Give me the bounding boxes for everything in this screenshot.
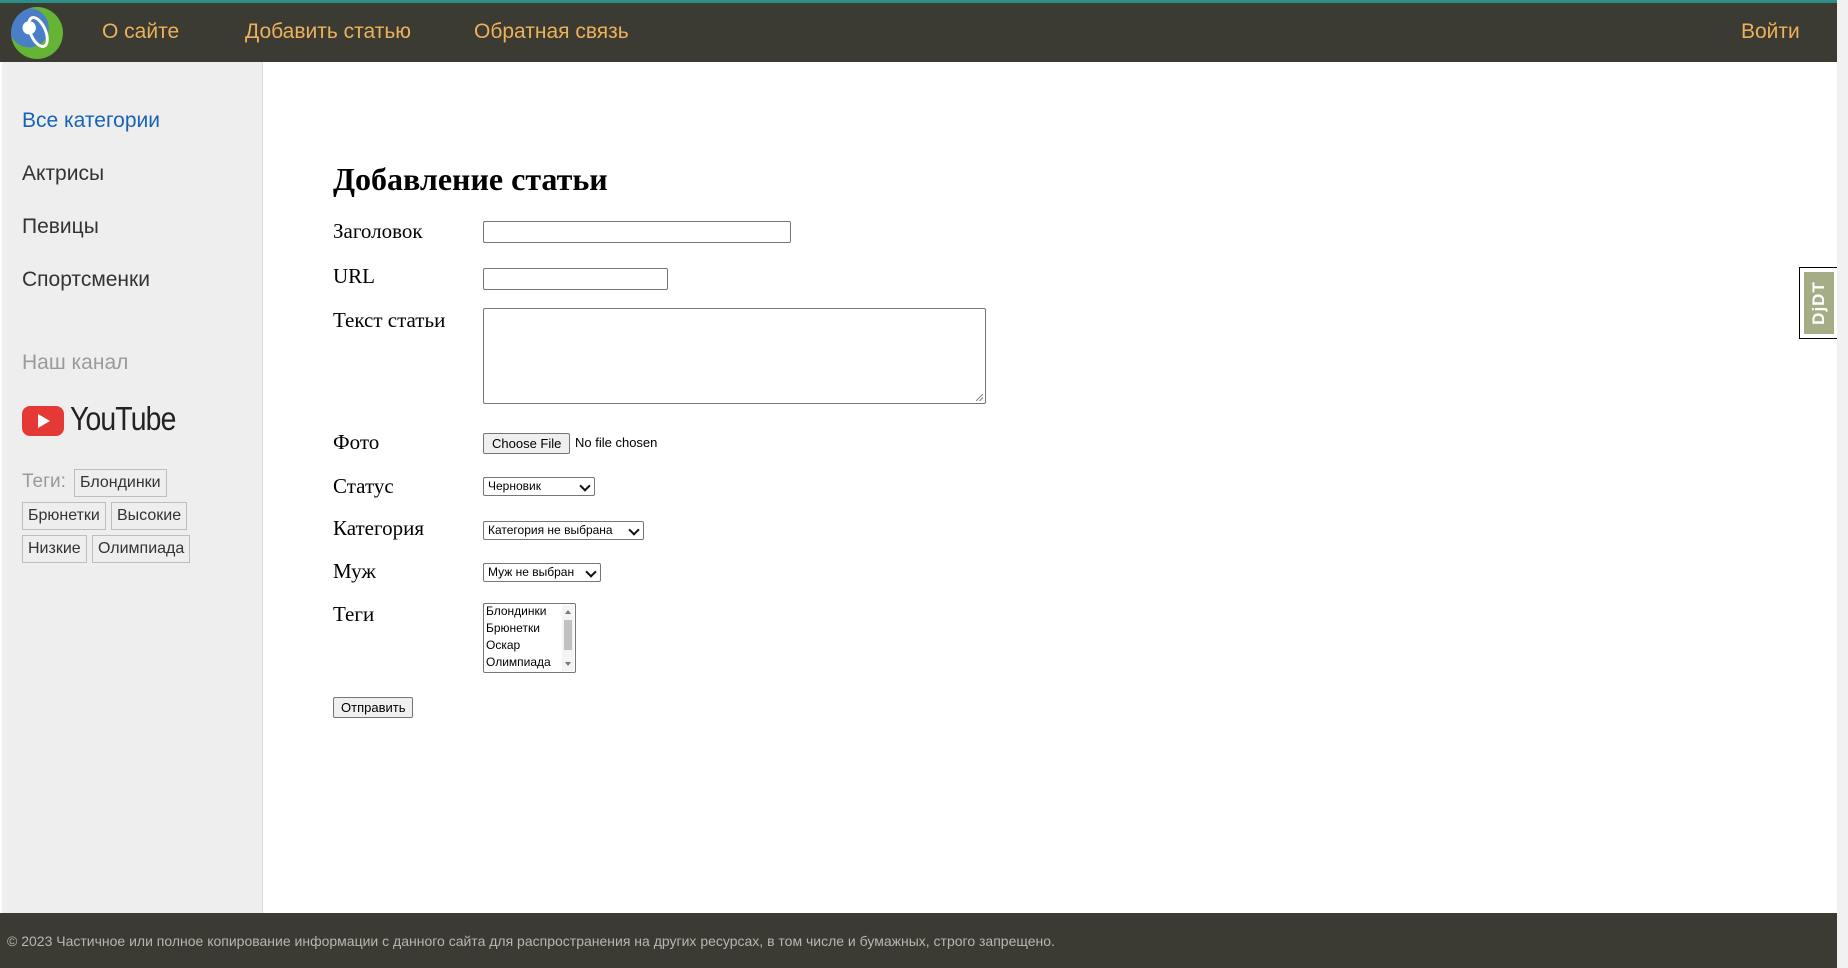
heading-input[interactable] [483, 221, 791, 243]
login-link[interactable]: Войти [1741, 20, 1800, 44]
page-title: Добавление статьи [333, 161, 608, 197]
label-husband: Муж [333, 559, 376, 583]
scroll-up-icon[interactable] [565, 610, 571, 614]
tag-short[interactable]: Низкие [22, 535, 87, 563]
debug-toolbar-badge: DjDT [1804, 272, 1834, 334]
tag-blondes[interactable]: Блондинки [74, 469, 167, 497]
label-url: URL [333, 264, 375, 288]
husband-select-value: Муж не выбран [488, 565, 575, 579]
category-select-value: Категория не выбрана [488, 523, 613, 537]
youtube-wordmark: YouTube [70, 400, 176, 437]
tags-heading: Теги: [22, 471, 66, 492]
file-status-text: No file chosen [575, 435, 658, 450]
sidebar-item-all-categories[interactable]: Все категории [22, 109, 160, 133]
listbox-scrollbar[interactable] [562, 605, 574, 671]
url-input[interactable] [483, 268, 668, 290]
tags-multiselect[interactable]: Блондинки Брюнетки Оскар Олимпиада [483, 603, 576, 673]
channel-heading: Наш канал [22, 351, 129, 374]
footer-copyright: © 2023 Частичное или полное копирование … [7, 933, 1055, 949]
chevron-down-icon [628, 524, 640, 536]
site-logo-icon[interactable] [11, 7, 63, 59]
resize-handle-icon[interactable] [976, 394, 983, 401]
tag-option[interactable]: Оскар [486, 638, 520, 653]
sidebar: Все категории Актрисы Певицы Спортсменки… [2, 62, 263, 914]
youtube-play-icon [22, 406, 64, 436]
category-select[interactable]: Категория не выбрана [483, 521, 644, 540]
tag-olympics[interactable]: Олимпиада [92, 535, 191, 563]
scroll-thumb[interactable] [564, 620, 572, 650]
husband-select[interactable]: Муж не выбран [483, 563, 601, 582]
scroll-down-icon[interactable] [565, 662, 571, 666]
tag-option[interactable]: Блондинки [486, 604, 546, 619]
label-status: Статус [333, 474, 394, 498]
label-category: Категория [333, 516, 424, 540]
play-icon [38, 414, 50, 428]
sidebar-item-singers[interactable]: Певицы [22, 215, 99, 239]
label-text: Текст статьи [333, 308, 446, 332]
choose-file-button[interactable]: Choose File [483, 433, 571, 454]
footer: © 2023 Частичное или полное копирование … [0, 913, 1837, 968]
sidebar-item-sportswomen[interactable]: Спортсменки [22, 268, 150, 292]
debug-toolbar-handle[interactable]: DjDT [1799, 267, 1838, 339]
nav-link-feedback[interactable]: Обратная связь [474, 20, 629, 44]
nav-link-about[interactable]: О сайте [102, 20, 179, 44]
label-tags: Теги [333, 602, 375, 626]
debug-toolbar-label: DjDT [1809, 281, 1828, 325]
status-select[interactable]: Черновик [483, 477, 595, 496]
submit-button[interactable]: Отправить [333, 697, 414, 718]
chevron-down-icon [585, 566, 597, 578]
chevron-down-icon [579, 480, 591, 492]
top-navigation-bar: О сайте Добавить статью Обратная связь В… [0, 0, 1837, 62]
label-photo: Фото [333, 430, 380, 454]
status-select-value: Черновик [488, 479, 541, 493]
tag-option[interactable]: Олимпиада [486, 655, 551, 670]
tag-brunettes[interactable]: Брюнетки [22, 502, 106, 530]
article-text-area[interactable] [483, 308, 986, 404]
tag-option[interactable]: Брюнетки [486, 621, 540, 636]
sidebar-item-actresses[interactable]: Актрисы [22, 162, 104, 186]
label-heading: Заголовок [333, 219, 423, 243]
nav-link-add-article[interactable]: Добавить статью [245, 20, 411, 44]
logo-mark [22, 12, 54, 52]
tag-tall[interactable]: Высокие [111, 502, 188, 530]
page-scrollbar[interactable] [1837, 0, 1848, 968]
